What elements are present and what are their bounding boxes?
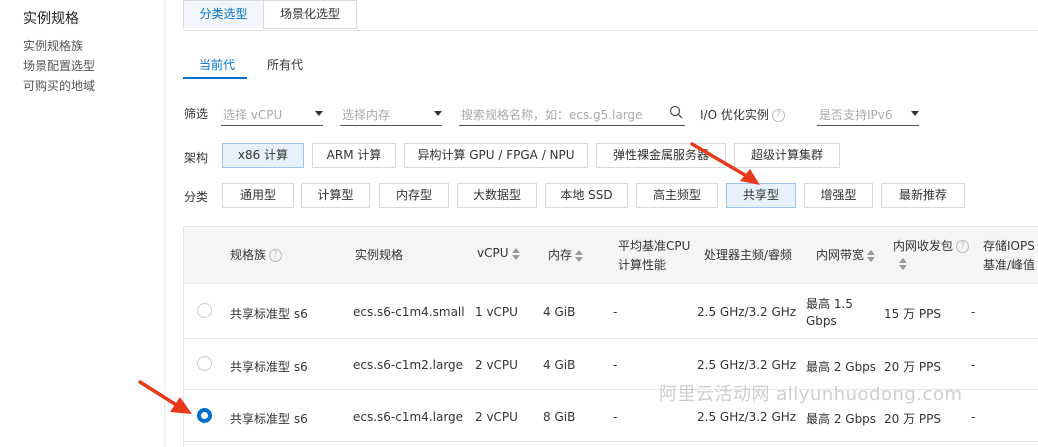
header-baseline-line2: 计算性能 [618, 258, 667, 272]
cell-bandwidth-line1: 最高 2 Gbps [806, 360, 877, 374]
cell-pps: 20 万 PPS [884, 412, 941, 426]
category-label: 分类 [184, 190, 209, 204]
header-family: 规格族? [230, 246, 283, 263]
memory-select-placeholder: 选择内存 [342, 108, 391, 122]
ipv6-select-placeholder: 是否支持IPv6 [819, 108, 893, 122]
cell-baseline: - [613, 305, 618, 319]
filter-label: 筛选 [184, 107, 209, 121]
header-memory[interactable]: 内存 [548, 246, 584, 263]
help-icon[interactable]: ? [269, 249, 283, 262]
help-icon[interactable]: ? [956, 240, 970, 253]
header-baseline-line1: 平均基准CPU [618, 239, 691, 253]
header-iops-line1: 存储IOPS [983, 239, 1035, 253]
sort-icon[interactable] [899, 257, 907, 270]
chevron-down-icon [911, 111, 919, 116]
arch-label: 架构 [184, 151, 209, 165]
cell-bandwidth-line1: 最高 2 Gbps [806, 412, 877, 426]
sidebar-link-regions[interactable]: 可购买的地域 [23, 77, 95, 94]
memory-select[interactable]: 选择内存 [340, 102, 442, 126]
spec-search-input[interactable]: 搜索规格名称，如：ecs.g5.large [459, 102, 685, 126]
header-processor: 处理器主频/睿频 [704, 248, 793, 262]
cell-bandwidth-line2: Gbps [806, 314, 837, 328]
search-icon[interactable] [669, 105, 683, 119]
header-vcpu[interactable]: vCPU [477, 246, 520, 260]
cell-vcpu: 1 vCPU [475, 305, 518, 319]
arch-arm-button[interactable]: ARM 计算 [312, 143, 396, 168]
cell-iops: - [971, 358, 976, 372]
header-spec: 实例规格 [355, 248, 404, 262]
category-enhanced-button[interactable]: 增强型 [804, 183, 873, 208]
arch-x86-button[interactable]: x86 计算 [222, 143, 304, 168]
header-pps[interactable]: 内网收发包? [893, 237, 970, 254]
cell-vcpu: 2 vCPU [475, 358, 518, 372]
category-general-button[interactable]: 通用型 [222, 183, 294, 208]
category-memory-button[interactable]: 内存型 [379, 183, 449, 208]
subtab-current-generation[interactable]: 当前代 [199, 56, 235, 73]
cell-baseline: - [613, 410, 618, 424]
arch-heterogeneous-button[interactable]: 异构计算 GPU / FPGA / NPU [404, 143, 588, 168]
cell-memory: 8 GiB [543, 410, 576, 424]
vcpu-select-placeholder: 选择 vCPU [223, 108, 283, 122]
sort-icon[interactable] [575, 249, 584, 262]
tab-scenario-selection[interactable]: 场景化选型 [263, 0, 357, 29]
sort-icon[interactable] [867, 249, 876, 262]
io-optimized-label: I/O 优化实例? [700, 106, 785, 123]
cell-iops: - [971, 305, 976, 319]
cell-baseline: - [613, 358, 618, 372]
sidebar-link-instance-family[interactable]: 实例规格族 [23, 37, 83, 54]
cell-iops: - [971, 410, 976, 424]
cell-family: 共享标准型 s6 [230, 307, 308, 321]
sort-icon[interactable] [511, 247, 520, 260]
search-placeholder: 搜索规格名称，如：ecs.g5.large [461, 108, 643, 122]
instance-table: 规格族? 实例规格 vCPU 内存 平均基准CPU 计算性能 处理器主频/睿频 … [183, 226, 1038, 447]
tab-category-selection[interactable]: 分类选型 [183, 0, 264, 29]
cell-pps: 15 万 PPS [884, 307, 941, 321]
cell-processor: 2.5 GHz/3.2 GHz [697, 358, 797, 372]
annotation-arrow-icon [690, 142, 760, 185]
tab-divider [183, 30, 1038, 31]
table-row[interactable]: 共享标准型 s6 ecs.s6-c1m4.small 1 vCPU 4 GiB … [184, 284, 1038, 339]
table-header: 规格族? 实例规格 vCPU 内存 平均基准CPU 计算性能 处理器主频/睿频 … [184, 226, 1038, 284]
cell-memory: 4 GiB [543, 358, 576, 372]
cell-memory: 4 GiB [543, 305, 576, 319]
help-icon[interactable]: ? [771, 109, 785, 122]
annotation-arrow-icon [138, 380, 192, 414]
cell-family: 共享标准型 s6 [230, 412, 308, 426]
vcpu-select[interactable]: 选择 vCPU [221, 102, 323, 126]
sidebar-title: 实例规格 [23, 11, 79, 27]
row-radio-checked[interactable] [197, 408, 212, 423]
header-iops-line2: 基准/峰值 [983, 258, 1036, 272]
cell-family: 共享标准型 s6 [230, 360, 308, 374]
subtab-all-generations[interactable]: 所有代 [267, 56, 303, 73]
category-latest-button[interactable]: 最新推荐 [881, 183, 965, 208]
chevron-down-icon [315, 111, 323, 116]
category-bigdata-button[interactable]: 大数据型 [457, 183, 537, 208]
cell-processor: 2.5 GHz/3.2 GHz [697, 305, 797, 319]
header-bandwidth[interactable]: 内网带宽 [816, 246, 876, 263]
ipv6-select[interactable]: 是否支持IPv6 [817, 102, 919, 126]
sidebar-link-scenario-config[interactable]: 场景配置选型 [23, 57, 95, 74]
subtab-active-indicator [183, 77, 247, 79]
cell-pps: 20 万 PPS [884, 360, 941, 374]
header-pps-sort[interactable] [896, 256, 907, 270]
category-compute-button[interactable]: 计算型 [301, 183, 370, 208]
io-optimized-text: I/O 优化实例 [700, 108, 769, 122]
row-radio[interactable] [197, 356, 212, 371]
cell-spec: ecs.s6-c1m2.large [353, 358, 464, 372]
category-local-ssd-button[interactable]: 本地 SSD [545, 183, 628, 208]
row-radio[interactable] [197, 303, 212, 318]
chevron-down-icon [434, 111, 442, 116]
cell-vcpu: 2 vCPU [475, 410, 518, 424]
cell-spec: ecs.s6-c1m4.large [353, 410, 464, 424]
watermark: 阿里云活动网 aliyunhuodong.com [659, 384, 963, 405]
cell-processor: 2.5 GHz/3.2 GHz [697, 410, 797, 424]
cell-spec: ecs.s6-c1m4.small [353, 305, 465, 319]
cell-bandwidth-line1: 最高 1.5 [806, 297, 853, 311]
